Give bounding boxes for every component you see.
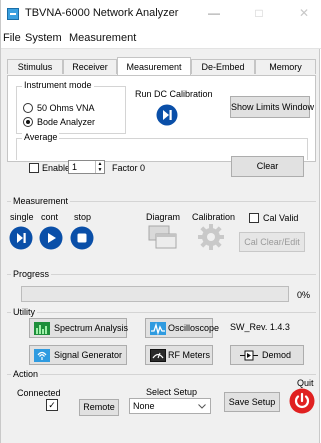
demod-icon (240, 350, 258, 361)
calibration-gear-icon[interactable] (197, 223, 225, 251)
quit-power-icon[interactable] (289, 388, 315, 414)
spectrum-analysis-icon (34, 322, 50, 335)
average-enable-checkbox[interactable] (29, 163, 39, 173)
rf-meters-button[interactable]: RF Meters (145, 345, 213, 365)
spinner-arrows-icon[interactable]: ▲ ▼ (95, 161, 104, 173)
diagram-label: Diagram (146, 212, 181, 222)
select-setup-dropdown[interactable]: None (129, 398, 211, 414)
average-factor-label: Factor 0 (112, 163, 146, 173)
quit-label: Quit (297, 378, 314, 388)
select-setup-label: Select Setup (146, 387, 198, 397)
menu-file[interactable]: File (3, 32, 21, 44)
tab-stimulus[interactable]: Stimulus (7, 59, 63, 74)
single-sweep-icon[interactable] (9, 226, 33, 250)
chevron-down-icon (198, 404, 206, 409)
calibration-label: Calibration (192, 212, 236, 222)
single-label: single (10, 212, 34, 222)
select-setup-value: None (133, 401, 155, 411)
tab-measurement[interactable]: Measurement (117, 57, 191, 75)
connected-checkbox[interactable]: ✓ (46, 399, 58, 411)
menu-measurement[interactable]: Measurement (69, 32, 136, 44)
utility-title: Utility (11, 307, 37, 317)
stop-label: stop (74, 212, 92, 222)
run-dc-calibration-label: Run DC Calibration (135, 89, 213, 99)
connected-label: Connected (17, 388, 61, 398)
tab-memory[interactable]: Memory (255, 59, 316, 74)
title-bar: TBVNA-6000 Network Analyzer — □ ✕ (1, 0, 321, 28)
remote-button[interactable]: Remote (79, 399, 119, 416)
instrument-mode-title: Instrument mode (22, 80, 94, 90)
progress-bar (21, 286, 289, 302)
oscilloscope-label: Oscilloscope (168, 323, 220, 333)
show-limits-window-button[interactable]: Show Limits Window (230, 96, 314, 118)
spectrum-analysis-label: Spectrum Analysis (54, 323, 129, 333)
app-icon (7, 8, 19, 20)
average-title: Average (22, 132, 60, 142)
measurement-section-title: Measurement (11, 196, 71, 206)
rf-meters-icon (150, 349, 166, 362)
cont-label: cont (41, 212, 59, 222)
progress-title: Progress (11, 269, 52, 279)
run-dc-calibration-icon[interactable] (156, 104, 178, 126)
instrument-mode-group: Instrument mode 50 Ohms VNA Bode Analyze… (16, 80, 126, 134)
tab-strip: Stimulus Receiver Measurement De-Embed M… (7, 57, 316, 75)
sw-rev-label: SW_Rev. 1.4.3 (230, 322, 290, 332)
demod-button[interactable]: Demod (230, 345, 304, 365)
average-clear-button[interactable]: Clear (231, 156, 304, 177)
average-factor-value: 1 (72, 162, 78, 172)
cal-valid-label: Cal Valid (263, 213, 299, 223)
signal-generator-label: Signal Generator (54, 350, 123, 360)
measurement-tab-panel: Instrument mode 50 Ohms VNA Bode Analyze… (7, 75, 316, 162)
oscilloscope-icon (150, 322, 166, 335)
maximize-button[interactable]: □ (246, 4, 272, 22)
diagram-windows-icon[interactable] (148, 225, 178, 251)
demod-label: Demod (262, 350, 292, 360)
rf-meters-label: RF Meters (168, 350, 211, 360)
radio-50-ohms-vna-label: 50 Ohms VNA (37, 103, 95, 113)
menu-bar: File System Measurement (1, 28, 321, 49)
spectrum-analysis-button[interactable]: Spectrum Analysis (29, 318, 129, 338)
tab-de-embed[interactable]: De-Embed (191, 59, 255, 74)
window-title: TBVNA-6000 Network Analyzer (25, 7, 179, 19)
signal-generator-button[interactable]: Signal Generator (29, 345, 127, 365)
tab-receiver[interactable]: Receiver (63, 59, 117, 74)
minimize-button[interactable]: — (201, 4, 227, 22)
radio-bode-analyzer-label: Bode Analyzer (37, 117, 96, 127)
continuous-sweep-icon[interactable] (39, 226, 63, 250)
oscilloscope-button[interactable]: Oscilloscope (145, 318, 219, 338)
cal-valid-checkbox[interactable] (249, 213, 259, 223)
average-enable-label: Enable (42, 163, 71, 173)
radio-50-ohms-vna[interactable] (23, 103, 33, 113)
app-window: TBVNA-6000 Network Analyzer — □ ✕ File S… (0, 0, 321, 443)
save-setup-button[interactable]: Save Setup (224, 392, 280, 412)
action-title: Action (11, 369, 41, 379)
signal-generator-icon (34, 349, 50, 362)
stop-sweep-icon[interactable] (70, 226, 94, 250)
cal-clear-edit-button[interactable]: Cal Clear/Edit (239, 232, 305, 252)
progress-percent: 0% (297, 290, 311, 300)
average-factor-spinner[interactable]: 1 ▲ ▼ (68, 160, 105, 174)
close-button[interactable]: ✕ (291, 4, 317, 22)
menu-system[interactable]: System (25, 32, 62, 44)
radio-bode-analyzer[interactable] (23, 117, 33, 127)
